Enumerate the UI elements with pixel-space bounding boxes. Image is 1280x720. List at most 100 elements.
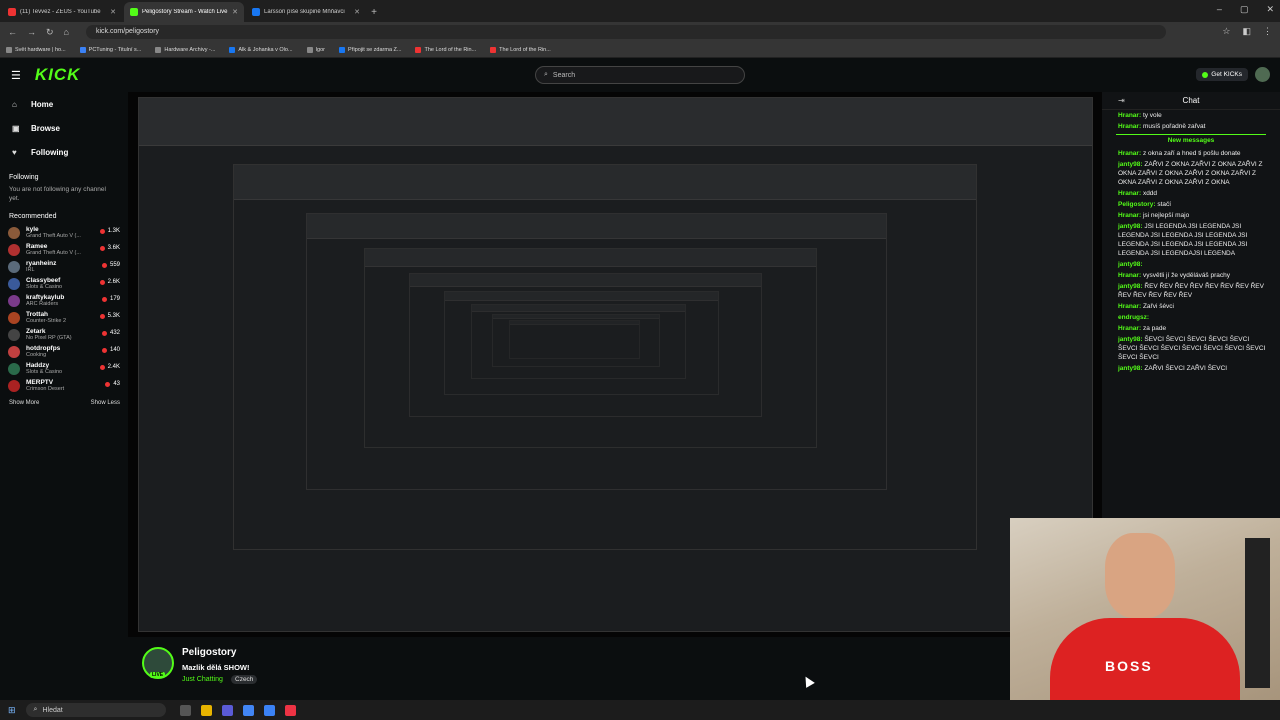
chat-username[interactable]: Hranar: [1118, 112, 1141, 119]
file-explorer-icon[interactable] [200, 704, 212, 716]
browser-tab[interactable]: Larsson píše skupině Mňňavci ✕ [246, 2, 366, 22]
home-icon[interactable]: ⌂ [64, 27, 69, 38]
back-icon[interactable]: ← [8, 27, 17, 38]
streamer-head [1105, 533, 1175, 618]
chat-username[interactable]: janty98: [1118, 161, 1143, 168]
chat-text: z okna zaří a hned ti pošlu donate [1142, 150, 1241, 157]
live-badge: LIVE [150, 672, 166, 678]
recommended-channel[interactable]: kyle Grand Theft Auto V (... 1.3K [0, 224, 128, 241]
show-more-button[interactable]: Show More [9, 400, 39, 406]
tab-favicon-icon [8, 8, 16, 16]
user-avatar[interactable] [1255, 67, 1270, 82]
chat-username[interactable]: janty98: [1118, 223, 1143, 230]
webcam-overlay: BOSS [1010, 518, 1280, 720]
recommended-channel[interactable]: hotdropfps Cooking 140 [0, 343, 128, 360]
recommended-channel[interactable]: Classybeef Slots & Casino 2.6K [0, 275, 128, 292]
channel-game: Cooking [26, 351, 47, 358]
windows-start-icon[interactable]: ⊞ [8, 705, 16, 716]
close-tab-icon[interactable]: ✕ [354, 8, 360, 16]
video-player[interactable] [128, 92, 1102, 637]
chat-username[interactable]: Hranar: [1118, 150, 1141, 157]
chat-username[interactable]: janty98: [1118, 365, 1143, 372]
chat-text: stačí [1157, 201, 1172, 208]
recommended-channel[interactable]: Haddzy Slots & Casino 2.4K [0, 360, 128, 377]
recommended-channel[interactable]: Ramee Grand Theft Auto V (... 3.6K [0, 241, 128, 258]
bookmark-star-icon[interactable]: ☆ [1222, 26, 1230, 37]
bookmark-item[interactable]: Svět hardware | ho... [6, 46, 66, 53]
recommended-channel[interactable]: MERPTV Crimson Desert 43 [0, 377, 128, 394]
browser-tab[interactable]: Peligostory Stream - Watch Live ✕ [124, 2, 244, 22]
chat-username[interactable]: janty98: [1118, 261, 1143, 268]
sidebar-item-home[interactable]: ⌂ Home [0, 92, 128, 116]
maximize-icon[interactable]: ▢ [1240, 4, 1249, 15]
task-view-icon[interactable] [179, 704, 191, 716]
search-icon: ⌕ [33, 706, 38, 713]
chrome-icon[interactable] [242, 704, 254, 716]
channel-game: Crimson Desert [26, 385, 65, 392]
bookmark-icon [306, 46, 313, 53]
sidebar-item-browse[interactable]: ▣ Browse [0, 116, 128, 140]
get-kicks-button[interactable]: Get KICKs [1196, 68, 1248, 81]
bookmark-item[interactable]: PCTuning - Titulní s... [79, 46, 141, 53]
nested-toolbar [307, 213, 887, 239]
recommended-channel[interactable]: Trottah Counter-Strike 2 5.3K [0, 309, 128, 326]
recommended-channel[interactable]: Zetark No Pixel RP (GTA) 432 [0, 326, 128, 343]
chrome-active-icon[interactable] [284, 704, 296, 716]
reload-icon[interactable]: ↻ [46, 27, 54, 38]
tab-favicon-icon [130, 8, 138, 16]
chat-username[interactable]: Hranar: [1118, 212, 1141, 219]
chat-username[interactable]: Hranar: [1118, 190, 1141, 197]
bookmark-item[interactable]: Hardware Archivy -... [155, 46, 215, 53]
nested-toolbar [364, 248, 816, 267]
kick-logo[interactable]: KICK [35, 65, 81, 85]
language-tag[interactable]: Czech [231, 675, 258, 684]
extensions-icon[interactable]: ◧ [1242, 26, 1251, 37]
minimize-icon[interactable]: – [1217, 4, 1222, 15]
stream-category[interactable]: Just Chatting [182, 676, 223, 683]
chat-username[interactable]: Hranar: [1118, 123, 1141, 130]
menu-dots-icon[interactable]: ⋮ [1263, 26, 1272, 37]
bookmark-item[interactable]: Připojit se zdarma Z... [338, 46, 401, 53]
search-icon: ⌕ [544, 71, 548, 78]
show-less-button[interactable]: Show Less [91, 400, 120, 406]
chat-username[interactable]: Hranar: [1118, 272, 1141, 279]
close-tab-icon[interactable]: ✕ [110, 8, 116, 16]
collapse-chat-icon[interactable]: ⇥ [1118, 96, 1125, 105]
bookmark-item[interactable]: Alk & Johanka v Olo... [229, 46, 293, 53]
chat-username[interactable]: endrugsz: [1118, 314, 1149, 321]
chat-text: xddd [1142, 190, 1158, 197]
bookmark-item[interactable]: Igor [306, 46, 325, 53]
channel-game: Grand Theft Auto V (... [26, 249, 81, 256]
browser-tab[interactable]: (11) Tevvez - ZEUS - YouTube ✕ [2, 2, 122, 22]
chat-username[interactable]: janty98: [1118, 336, 1143, 343]
close-tab-icon[interactable]: ✕ [232, 8, 238, 16]
recommended-channel[interactable]: kraftykaylub ARC Raiders 179 [0, 292, 128, 309]
sidebar-item-following[interactable]: ♥ Following [0, 140, 128, 164]
address-bar[interactable]: kick.com/peligostory [86, 25, 1166, 39]
taskbar: ⊞ ⌕ Hledat [0, 700, 1280, 720]
menu-hamburger-icon[interactable]: ☰ [11, 69, 21, 82]
channel-name: Ramee [26, 242, 48, 250]
bookmark-icon [490, 46, 497, 53]
new-tab-button[interactable]: + [366, 2, 382, 22]
channel-game: Counter-Strike 2 [26, 317, 67, 324]
chat-username[interactable]: janty98: [1118, 283, 1143, 290]
streamer-name[interactable]: Peligostory [182, 647, 236, 658]
app-icon-2[interactable] [263, 704, 275, 716]
forward-icon[interactable]: → [27, 27, 36, 38]
recommended-channel[interactable]: ryanheinz IRL 559 [0, 258, 128, 275]
chat-username[interactable]: Hranar: [1118, 325, 1141, 332]
close-window-icon[interactable]: ✕ [1266, 4, 1274, 15]
chat-username[interactable]: Hranar: [1118, 303, 1141, 310]
stream-title: Mazlik dělá SHOW! [182, 663, 250, 672]
taskbar-search[interactable]: ⌕ Hledat [25, 703, 166, 717]
chat-username[interactable]: Peligostory: [1118, 201, 1156, 208]
chat-message: endrugsz: [1102, 312, 1280, 323]
following-icon: ♥ [12, 147, 17, 157]
chat-message: Hranar: musíš pořadně zařvat [1102, 121, 1280, 132]
bookmark-item[interactable]: The Lord of the Rin... [490, 46, 551, 53]
search-input[interactable]: ⌕ Search [535, 66, 745, 84]
viewer-count: 2.4K [99, 364, 120, 370]
app-icon[interactable] [221, 704, 233, 716]
bookmark-item[interactable]: The Lord of the Rin... [415, 46, 476, 53]
